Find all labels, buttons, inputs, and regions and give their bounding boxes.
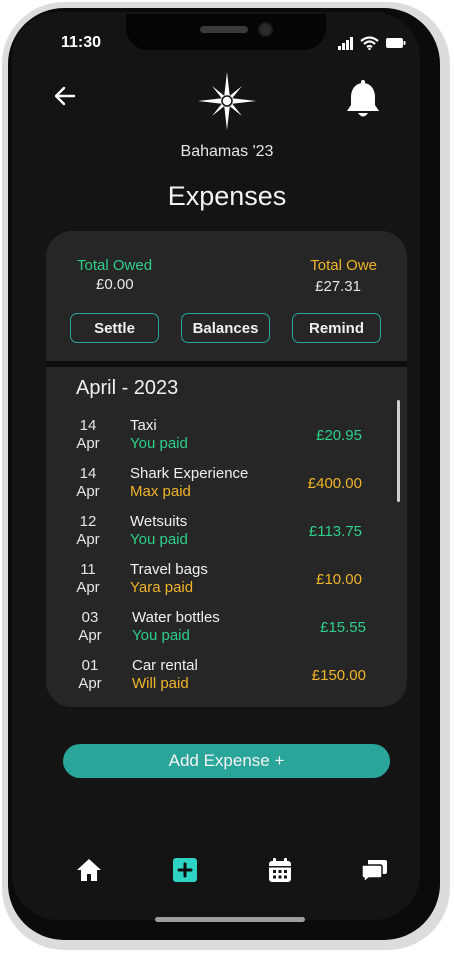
battery-icon xyxy=(386,38,406,48)
expense-payer: Max paid xyxy=(130,483,191,500)
signal-icon xyxy=(338,36,353,50)
expense-day: 03 xyxy=(81,609,99,626)
expense-month: Apr xyxy=(76,531,100,548)
expense-payer: You paid xyxy=(130,435,188,452)
expense-payer: You paid xyxy=(130,531,188,548)
total-owed-value: £0.00 xyxy=(96,276,134,293)
home-indicator[interactable] xyxy=(155,917,305,922)
expense-row[interactable]: 01 Apr Car rental Will paid £150.00 xyxy=(46,657,386,703)
balance-summary-card: Total Owed £0.00 Total Owe £27.31 Settle… xyxy=(46,231,407,361)
expense-row[interactable]: 14 Apr Shark Experience Max paid £400.00 xyxy=(46,465,386,511)
expense-month: Apr xyxy=(76,483,100,500)
compass-star-logo-icon xyxy=(198,72,256,130)
home-icon[interactable] xyxy=(75,856,103,884)
expense-row[interactable]: 14 Apr Taxi You paid £20.95 xyxy=(46,417,386,463)
total-owed-label: Total Owed xyxy=(77,257,153,274)
total-owe-label: Total Owe xyxy=(310,257,377,274)
expense-day: 14 xyxy=(79,465,97,482)
expense-payer: Will paid xyxy=(132,675,189,692)
expense-amount: £20.95 xyxy=(316,427,362,444)
expense-title: Travel bags xyxy=(130,561,208,578)
settle-button[interactable]: Settle xyxy=(70,313,159,343)
notification-bell-icon[interactable] xyxy=(344,80,382,120)
notch xyxy=(126,14,326,50)
remind-button[interactable]: Remind xyxy=(292,313,381,343)
expense-title: Taxi xyxy=(130,417,157,434)
add-expense-button[interactable]: Add Expense + xyxy=(63,744,390,778)
total-owe-value: £27.31 xyxy=(315,278,361,295)
expense-month: Apr xyxy=(78,627,102,644)
speaker xyxy=(200,26,248,33)
expense-title: Water bottles xyxy=(132,609,220,626)
expense-amount: £113.75 xyxy=(308,523,362,540)
expense-month: Apr xyxy=(76,579,100,596)
add-square-icon[interactable] xyxy=(171,856,199,884)
expense-title: Shark Experience xyxy=(130,465,249,482)
expense-day: 14 xyxy=(79,417,97,434)
expense-title: Car rental xyxy=(132,657,198,674)
expense-payer: You paid xyxy=(132,627,190,644)
expense-month: Apr xyxy=(76,435,100,452)
expense-payer: Yara paid xyxy=(130,579,194,596)
expense-amount: £10.00 xyxy=(316,571,362,588)
trip-name: Bahamas '23 xyxy=(180,143,274,160)
expense-amount: £150.00 xyxy=(311,667,366,684)
page-title: Expenses xyxy=(167,181,287,211)
back-arrow-icon[interactable] xyxy=(52,83,78,109)
front-camera xyxy=(258,22,273,37)
expense-day: 12 xyxy=(79,513,97,530)
expense-row[interactable]: 12 Apr Wetsuits You paid £113.75 xyxy=(46,513,386,559)
expense-row[interactable]: 11 Apr Travel bags Yara paid £10.00 xyxy=(46,561,386,607)
month-heading: April - 2023 xyxy=(76,377,179,399)
expense-month: Apr xyxy=(78,675,102,692)
expense-day: 01 xyxy=(81,657,99,674)
balances-button[interactable]: Balances xyxy=(181,313,270,343)
status-time: 11:30 xyxy=(61,34,102,51)
expense-day: 11 xyxy=(80,561,96,578)
calendar-icon[interactable] xyxy=(266,856,294,884)
expense-row[interactable]: 03 Apr Water bottles You paid £15.55 xyxy=(46,609,386,655)
expense-title: Wetsuits xyxy=(130,513,188,530)
list-scrollbar[interactable] xyxy=(397,400,400,502)
wifi-icon xyxy=(360,36,379,50)
expense-amount: £15.55 xyxy=(320,619,366,636)
status-icons xyxy=(338,36,406,50)
expense-list-card[interactable]: April - 2023 14 Apr Taxi You paid £20.95… xyxy=(46,367,407,707)
chat-icon[interactable] xyxy=(360,856,388,884)
expense-amount: £400.00 xyxy=(307,475,362,492)
